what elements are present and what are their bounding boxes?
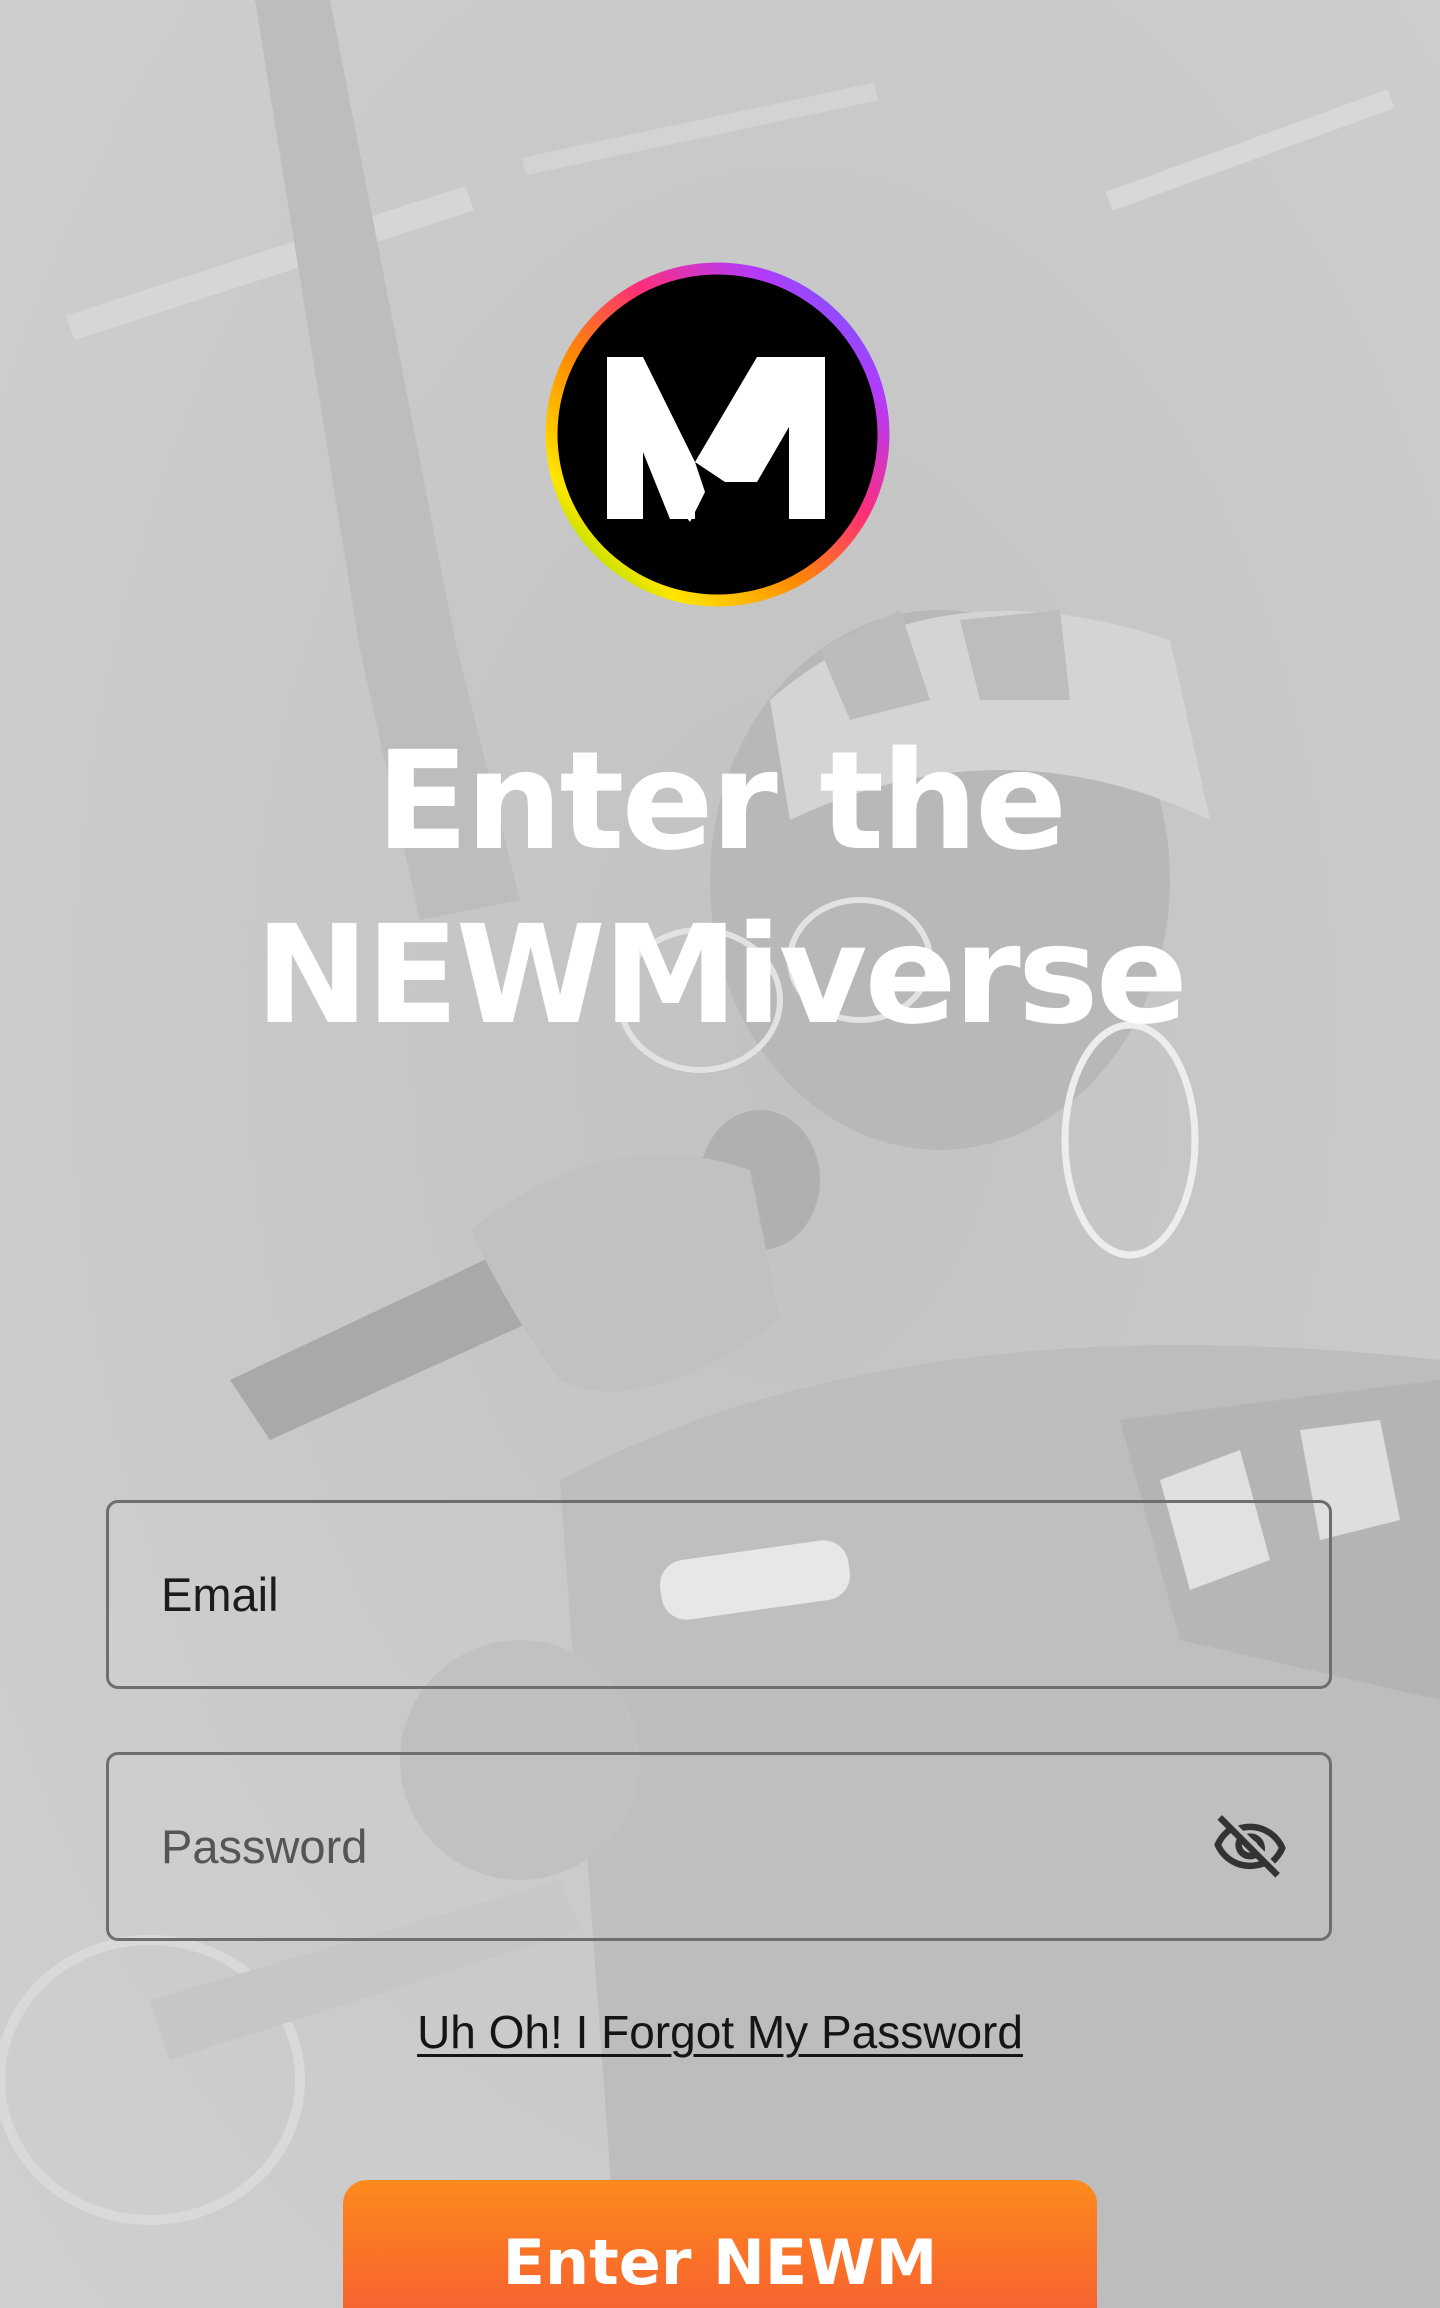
enter-newm-button[interactable]: Enter NEWM (343, 2180, 1097, 2308)
eye-off-icon[interactable] (1211, 1809, 1289, 1887)
title-line-1: Enter the (375, 723, 1067, 881)
email-input[interactable] (161, 1503, 1221, 1686)
newm-logo-icon (545, 262, 890, 607)
enter-newm-label: Enter NEWM (502, 2226, 938, 2299)
page-title: Enter the NEWMiverse (0, 715, 1440, 1063)
title-line-2: NEWMiverse (255, 897, 1188, 1055)
forgot-password-container: Uh Oh! I Forgot My Password (0, 2005, 1440, 2059)
forgot-password-link[interactable]: Uh Oh! I Forgot My Password (417, 2006, 1023, 2058)
password-input[interactable] (161, 1755, 1221, 1938)
email-field[interactable] (106, 1500, 1332, 1689)
password-field[interactable] (106, 1752, 1332, 1941)
